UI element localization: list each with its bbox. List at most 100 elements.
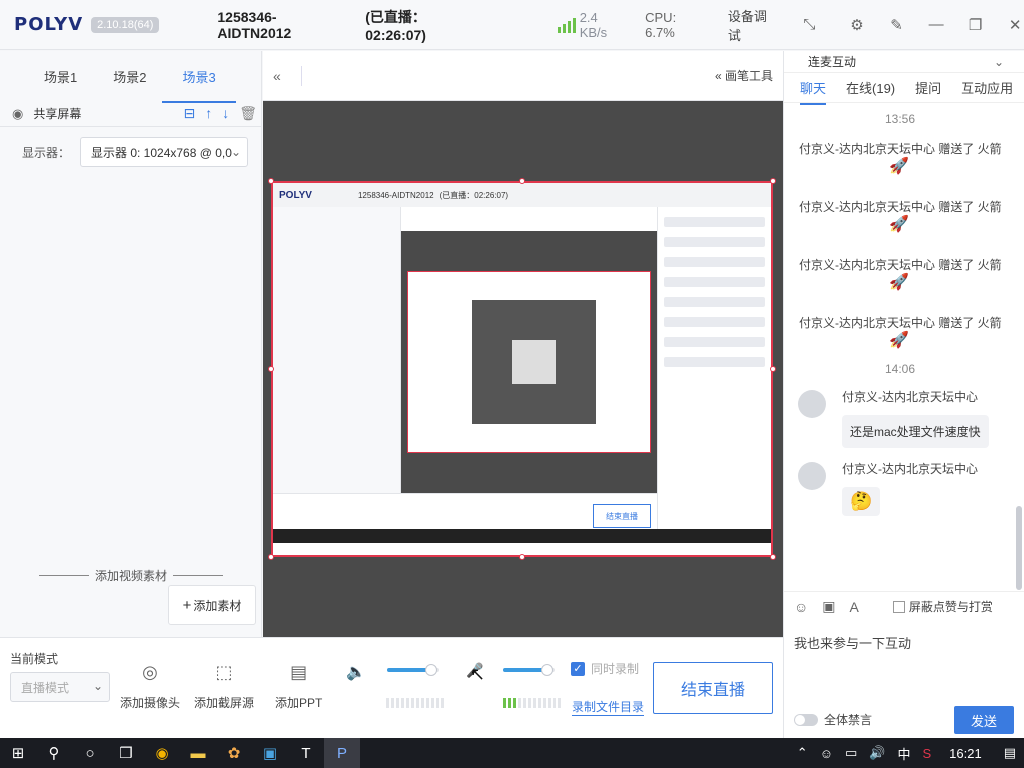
add-camera-button[interactable]: ◎ 添加摄像头 — [120, 662, 180, 711]
check-icon: ✓ — [571, 661, 585, 676]
tab-scene-2[interactable]: 场景2 — [113, 67, 146, 86]
resize-handle[interactable] — [268, 366, 274, 372]
add-capture-button[interactable]: ⬚ 添加截屏源 — [194, 662, 254, 711]
draw-tool-button[interactable]: « 画笔工具 — [715, 67, 773, 84]
windows-start-icon[interactable]: ⊞ — [0, 738, 36, 768]
screen-preview[interactable]: POLYV 1258346-AIDTN2012 (已直播：02:26:07) 结… — [271, 181, 773, 557]
chat-tabs: 聊天 在线(19) 提问 互动应用 — [784, 73, 1024, 105]
chat-input[interactable]: 我也来参与一下互动 — [794, 633, 911, 652]
cortana-icon[interactable]: ○ — [72, 738, 108, 768]
resize-handle[interactable] — [519, 554, 525, 560]
collapse-left-icon[interactable]: « — [273, 68, 281, 84]
display-label: 显示器： — [22, 145, 71, 160]
tab-scene-1[interactable]: 场景1 — [44, 67, 77, 86]
sogou-icon[interactable]: S — [922, 746, 931, 761]
eye-icon[interactable]: ◉ — [12, 106, 23, 122]
mode-select[interactable]: 直播模式 ⌄ — [10, 672, 110, 702]
tab-online[interactable]: 在线(19) — [846, 78, 895, 97]
toggle-switch[interactable] — [794, 713, 818, 726]
delete-icon[interactable]: 🗑 — [239, 105, 257, 122]
mouse-cursor: ↖ — [470, 664, 486, 684]
mic-volume-knob[interactable] — [541, 664, 554, 676]
tab-questions[interactable]: 提问 — [915, 78, 941, 97]
interaction-panel: 连麦互动 ⌄ 聊天 在线(19) 提问 互动应用 13:56 付京义-达内北京天… — [783, 51, 1024, 738]
volume-slider[interactable] — [387, 664, 439, 676]
stage-canvas[interactable]: POLYV 1258346-AIDTN2012 (已直播：02:26:07) 结… — [263, 101, 783, 637]
chat-message-list[interactable]: 13:56 付京义-达内北京天坛中心 赠送了 火箭 🚀 付京义-达内北京天坛中心… — [784, 104, 1016, 588]
file-explorer-icon[interactable]: ▬ — [180, 738, 216, 768]
restore-icon[interactable]: ❐ — [967, 16, 985, 34]
chat-timestamp: 13:56 — [884, 112, 916, 126]
volume-knob[interactable] — [425, 664, 438, 676]
display-row: 显示器： 显示器 0: 1024x768 @ 0,0 ⌄ — [0, 127, 261, 167]
tab-chat[interactable]: 聊天 — [800, 78, 827, 105]
chat-scrollbar[interactable] — [1016, 506, 1022, 590]
network-status: 2.4 KB/s — [557, 9, 627, 40]
record-dir-link[interactable]: 录制文件目录 — [572, 698, 645, 716]
resize-handle[interactable] — [268, 178, 274, 184]
gift-message: 付京义-达内北京天坛中心 赠送了 火箭 🚀 — [799, 200, 1002, 233]
sender-name: 付京义-达内北京天坛中心 — [842, 462, 978, 476]
mic-volume-slider[interactable] — [503, 664, 555, 676]
rocket-icon: 🚀 — [889, 216, 909, 233]
resize-handle[interactable] — [770, 178, 776, 184]
font-icon[interactable]: A — [850, 599, 859, 615]
device-test-button[interactable]: 设备调试 — [728, 6, 779, 44]
tab-scene-3[interactable]: 场景3 — [162, 67, 237, 103]
net-speed: 2.4 KB/s — [579, 9, 608, 40]
search-icon[interactable]: ⚲ — [36, 738, 72, 768]
room-id: 1258346-AIDTN2012 — [217, 8, 292, 41]
resize-handle[interactable] — [770, 366, 776, 372]
gift-message: 付京义-达内北京天坛中心 赠送了 火箭 🚀 — [799, 258, 1002, 291]
person-icon[interactable]: ☺ — [820, 746, 833, 761]
polyv-icon[interactable]: P — [324, 738, 360, 768]
tab-apps[interactable]: 互动应用 — [961, 78, 1013, 97]
move-down-icon[interactable]: ↓ — [222, 105, 229, 122]
clock[interactable]: 16:21 — [949, 746, 982, 761]
sync-record-checkbox[interactable]: ✓ 同时录制 — [571, 660, 639, 677]
notification-icon[interactable]: ▤ — [1004, 745, 1016, 761]
chrome-icon[interactable]: ◉ — [144, 738, 180, 768]
end-live-button[interactable]: 结束直播 — [653, 662, 773, 714]
tray-expand-icon[interactable]: ⌃ — [797, 745, 808, 761]
app-icon[interactable]: ▣ — [252, 738, 288, 768]
paint-icon[interactable]: ✿ — [216, 738, 252, 768]
resize-handle[interactable] — [770, 554, 776, 560]
resize-handle[interactable] — [519, 178, 525, 184]
chat-toolbar: ☺ ▣ A 屏蔽点赞与打赏 — [784, 591, 1024, 621]
close-icon[interactable]: ✕ — [1006, 16, 1024, 34]
preview-titlebar: POLYV 1258346-AIDTN2012 (已直播：02:26:07) — [273, 183, 771, 207]
avatar — [798, 390, 826, 418]
move-up-icon[interactable]: ↑ — [205, 105, 212, 122]
scene-tabs: 场景1 场景2 场景3 — [0, 51, 261, 103]
chat-message: 付京义-达内北京天坛中心 🤔 — [784, 448, 1016, 516]
source-item-share-screen[interactable]: ◉ 共享屏幕 ⊟ ↑ ↓ 🗑 — [0, 101, 261, 127]
stage-toolbar: « « 画笔工具 — [263, 51, 783, 101]
emoji-icon[interactable]: ☺ — [794, 599, 808, 615]
settings-icon[interactable]: ⚙ — [848, 16, 866, 34]
chevron-down-icon: ⌄ — [230, 145, 241, 159]
display-select[interactable]: 显示器 0: 1024x768 @ 0,0 ⌄ — [80, 137, 248, 167]
task-view-icon[interactable]: ❒ — [108, 738, 144, 768]
add-material-button[interactable]: + 添加素材 — [168, 585, 256, 625]
image-icon[interactable]: ▣ — [822, 598, 835, 615]
collapse-icon[interactable]: ⤡ — [801, 16, 819, 33]
typora-icon[interactable]: T — [288, 738, 324, 768]
collapse-source-icon[interactable]: ⊟ — [183, 105, 195, 122]
network-icon[interactable]: ▭ — [845, 745, 857, 761]
mic-interaction-header[interactable]: 连麦互动 ⌄ — [784, 51, 1024, 73]
volume-icon[interactable]: 🔊 — [869, 745, 885, 761]
system-tray: ⌃ ☺ ▭ 🔊 中 S 16:21 ▤ — [797, 744, 1016, 763]
add-ppt-button[interactable]: ▤ 添加PPT — [275, 662, 322, 711]
gift-message: 付京义-达内北京天坛中心 赠送了 火箭 🚀 — [799, 142, 1002, 175]
speaker-icon[interactable]: 🔈 — [346, 662, 366, 682]
minimize-icon[interactable]: — — [927, 16, 945, 33]
windows-taskbar: ⊞ ⚲ ○ ❒ ◉ ▬ ✿ ▣ T P ⌃ ☺ ▭ 🔊 中 S 16:21 ▤ — [0, 738, 1024, 768]
message-bubble: 还是mac处理文件速度快 — [842, 415, 989, 448]
pin-icon[interactable]: ✎ — [888, 16, 906, 34]
ime-indicator[interactable]: 中 — [897, 744, 910, 763]
block-likes-checkbox[interactable]: 屏蔽点赞与打赏 — [892, 598, 993, 615]
mute-all-toggle[interactable]: 全体禁言 — [794, 711, 872, 728]
send-button[interactable]: 发送 — [954, 706, 1014, 734]
resize-handle[interactable] — [268, 554, 274, 560]
